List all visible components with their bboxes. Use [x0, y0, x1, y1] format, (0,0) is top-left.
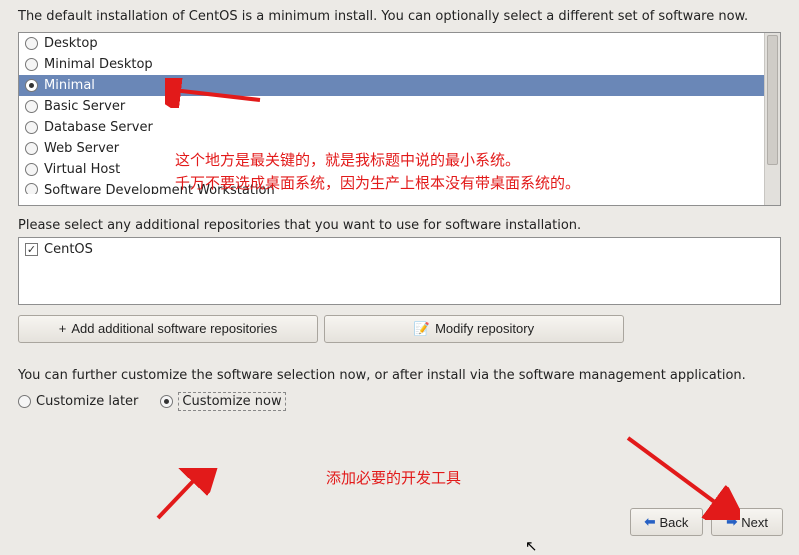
option-label: Virtual Host [44, 162, 120, 177]
radio-label: Customize later [36, 394, 138, 409]
annotation-text: 添加必要的开发工具 [326, 468, 461, 491]
repo-label: CentOS [44, 242, 93, 257]
edit-icon: 📝 [414, 321, 430, 337]
scroll-thumb[interactable] [767, 35, 778, 165]
option-label: Software Development Workstation [44, 183, 275, 194]
repo-list: ✓ CentOS [18, 237, 781, 305]
button-label: Add additional software repositories [71, 321, 277, 336]
button-label: Next [741, 515, 768, 530]
customize-intro-text: You can further customize the software s… [18, 367, 781, 385]
radio-icon [25, 79, 38, 92]
plus-icon: + [59, 321, 67, 336]
repo-intro-text: Please select any additional repositorie… [18, 218, 781, 233]
arrow-left-icon: ⬅ [645, 514, 656, 530]
radio-label: Customize now [178, 392, 285, 411]
option-label: Basic Server [44, 99, 125, 114]
option-minimal-desktop[interactable]: Minimal Desktop [19, 54, 764, 75]
button-label: Back [659, 515, 688, 530]
intro-text: The default installation of CentOS is a … [18, 8, 781, 26]
option-label: Database Server [44, 120, 153, 135]
option-label: Web Server [44, 141, 119, 156]
radio-icon [25, 37, 38, 50]
radio-icon [25, 163, 38, 176]
radio-icon [25, 183, 38, 194]
radio-icon [160, 395, 173, 408]
back-button[interactable]: ⬅ Back [630, 508, 704, 536]
software-selection-list: Desktop Minimal Desktop Minimal Basic Se… [18, 32, 781, 206]
option-software-dev-workstation[interactable]: Software Development Workstation [19, 180, 764, 194]
arrow-right-icon: ➡ [726, 514, 737, 530]
radio-icon [25, 142, 38, 155]
option-web-server[interactable]: Web Server [19, 138, 764, 159]
radio-icon [18, 395, 31, 408]
option-virtual-host[interactable]: Virtual Host [19, 159, 764, 180]
customize-later-radio[interactable]: Customize later [18, 394, 138, 409]
option-basic-server[interactable]: Basic Server [19, 96, 764, 117]
checkbox-icon: ✓ [25, 243, 38, 256]
next-button[interactable]: ➡ Next [711, 508, 783, 536]
option-label: Desktop [44, 36, 98, 51]
customize-now-radio[interactable]: Customize now [160, 392, 285, 411]
button-label: Modify repository [435, 321, 534, 336]
list-scrollbar[interactable] [764, 33, 780, 205]
mouse-cursor-icon: ↖ [525, 537, 538, 555]
add-repo-button[interactable]: + Add additional software repositories [18, 315, 318, 343]
annotation-arrow-icon [140, 468, 220, 523]
option-database-server[interactable]: Database Server [19, 117, 764, 138]
repo-centos[interactable]: ✓ CentOS [25, 242, 774, 257]
option-minimal[interactable]: Minimal [19, 75, 764, 96]
radio-icon [25, 121, 38, 134]
option-label: Minimal [44, 78, 95, 93]
modify-repo-button[interactable]: 📝 Modify repository [324, 315, 624, 343]
option-desktop[interactable]: Desktop [19, 33, 764, 54]
radio-icon [25, 100, 38, 113]
annotation-arrow-icon [620, 430, 740, 520]
option-label: Minimal Desktop [44, 57, 153, 72]
radio-icon [25, 58, 38, 71]
